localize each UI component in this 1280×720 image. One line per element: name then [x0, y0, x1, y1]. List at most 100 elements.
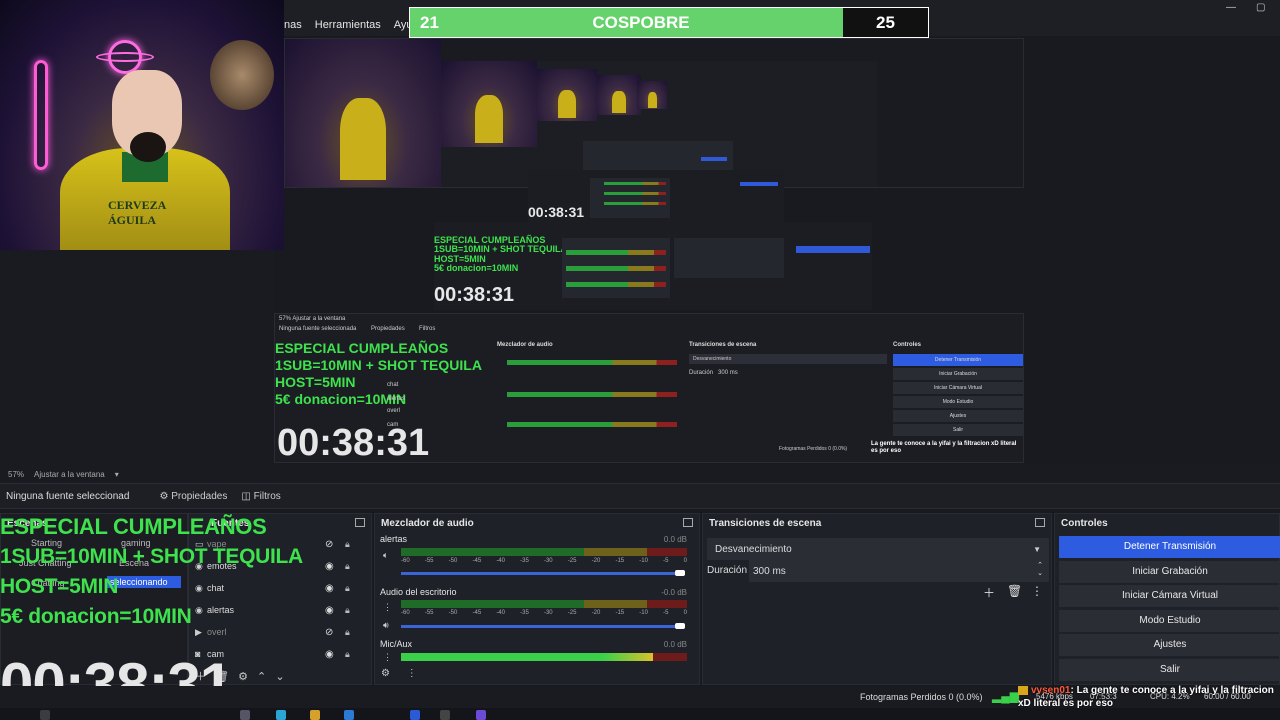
maximize-icon[interactable]: ▢ — [1256, 2, 1265, 13]
add-icon[interactable]: ＋ — [983, 584, 995, 601]
filters-button[interactable]: ◫ Filtros — [241, 491, 280, 502]
meter-level — [401, 653, 653, 661]
source-row[interactable]: ◉ alertas ◉ 🔒︎ — [195, 600, 365, 620]
audio-mixer-title: Mezclador de audio — [381, 518, 474, 529]
folder-icon[interactable] — [310, 710, 320, 720]
kebab-icon[interactable]: ⋮ — [1031, 584, 1043, 598]
lock-icon[interactable]: 🔒︎ — [345, 561, 350, 572]
duration-input[interactable]: 300 ms ⌃ ⌄ — [749, 560, 1049, 582]
overlay-text-line: HOST=5MIN — [0, 575, 119, 598]
zoom-level[interactable]: 57% — [8, 470, 24, 479]
channel-scale: -60 -55 -50 -45 -40 -35 -30 -25 -20 -15 -10 -5 0 — [401, 558, 687, 564]
controls-panel: Controles Detener Transmisión Iniciar Gr… — [1054, 513, 1280, 685]
overlay-text-line: ESPECIAL CUMPLEAÑOS — [0, 514, 267, 539]
chevron-down-icon: ▼ — [1033, 544, 1041, 554]
kebab-icon[interactable]: ⋮ — [383, 602, 392, 613]
neon-light — [34, 60, 48, 170]
hidden-eye-icon[interactable]: ⊘ — [325, 627, 333, 638]
channel-db: -0.0 dB — [661, 588, 687, 597]
exit-button[interactable]: Salir — [1059, 659, 1280, 681]
chevron-up-icon[interactable]: ⌃ — [257, 671, 266, 683]
volume-slider[interactable] — [401, 625, 683, 628]
recursive-preview-main: 57% Ajustar a la ventana Ninguna fuente … — [274, 313, 1024, 463]
studio-mode-button[interactable]: Modo Estudio — [1059, 610, 1280, 632]
scale-tick-label: 0 — [683, 558, 687, 564]
scale-tick-label: -5 — [663, 610, 669, 616]
app-icon[interactable] — [276, 710, 286, 720]
scale-tick-label: -60 — [401, 610, 410, 616]
overlay-text-line: 5€ donacion=10MIN — [0, 605, 192, 628]
volume-knob[interactable] — [675, 623, 685, 629]
channel-db: 0.0 dB — [663, 640, 687, 649]
app-icon[interactable] — [240, 710, 250, 720]
source-icon: ▶ — [195, 626, 202, 637]
lock-icon[interactable]: 🔒︎ — [345, 583, 350, 594]
transition-select[interactable]: Desvanecimiento ▼ — [707, 538, 1049, 560]
start-recording-button[interactable]: Iniciar Grabación — [1059, 561, 1280, 583]
volume-knob[interactable] — [675, 570, 685, 576]
scale-tick-label: -50 — [448, 610, 458, 616]
chevron-down-icon[interactable]: ⌄ — [275, 671, 284, 683]
scale-tick-label: -20 — [591, 610, 601, 616]
recursive-preview-1: 00:38:31 — [284, 38, 1024, 188]
lock-icon[interactable]: 🔒︎ — [345, 605, 350, 616]
properties-button[interactable]: ⚙ Propiedades — [159, 491, 227, 502]
scale-tick-label: -10 — [639, 558, 648, 564]
audio-mixer-panel: Mezclador de audio alertas 0.0 dB -60 -55… — [374, 513, 700, 685]
kebab-icon[interactable]: ⋮ — [407, 668, 417, 679]
scale-tick-label: -25 — [567, 610, 577, 616]
menu-item-partial[interactable]: nas — [284, 19, 302, 31]
speaker-icon[interactable]: 🔊︎ — [383, 620, 389, 631]
recursive-preview-4: ESPECIAL CUMPLEAÑOS 1SUB=10MIN + SHOT TE… — [434, 222, 872, 310]
no-source-echo: Ninguna fuente seleccionada — [279, 326, 357, 332]
eye-icon[interactable]: ◉ — [325, 605, 334, 616]
volume-slider[interactable] — [401, 572, 683, 575]
lock-icon[interactable]: 🔒︎ — [345, 627, 350, 638]
eye-icon[interactable]: ◉ — [325, 583, 334, 594]
mute-speaker-icon[interactable]: 🔈︎ — [383, 550, 388, 561]
menu-item-herramientas[interactable]: Herramientas — [315, 19, 381, 31]
properties-label: Propiedades — [171, 490, 228, 502]
fake-beard — [130, 132, 166, 162]
app-icon[interactable] — [410, 710, 420, 720]
transition-value: Desvanecimiento — [715, 543, 792, 555]
popout-icon[interactable] — [1035, 518, 1045, 527]
scale-tick-label: -55 — [424, 558, 434, 564]
popout-icon[interactable] — [683, 518, 693, 527]
preview-side-area — [0, 250, 274, 465]
eye-icon[interactable]: ◉ — [325, 649, 334, 660]
lock-icon[interactable]: 🔒︎ — [345, 649, 350, 660]
controls-title: Controles — [1061, 518, 1108, 529]
scale-tick-label: -55 — [424, 610, 434, 616]
settings-button[interactable]: Ajustes — [1059, 634, 1280, 656]
start-virtual-camera-button[interactable]: Iniciar Cámara Virtual — [1059, 585, 1280, 607]
minimize-icon[interactable]: — — [1226, 2, 1236, 13]
popout-icon[interactable] — [355, 518, 365, 527]
kebab-icon[interactable]: ⋮ — [383, 652, 392, 663]
obs-icon[interactable] — [440, 710, 450, 720]
scale-tick-label: -10 — [639, 610, 648, 616]
scale-tick-label: -30 — [543, 610, 553, 616]
spin-arrows-icon[interactable]: ⌃ ⌄ — [1037, 562, 1043, 578]
scale-tick-label: -35 — [520, 610, 529, 616]
shirt-logo: CERVEZA ÁGUILA — [108, 198, 167, 227]
chat-username: vvsen01 — [1031, 685, 1071, 696]
channel-name: Audio del escritorio — [380, 587, 457, 597]
search-icon[interactable] — [40, 710, 50, 720]
trash-icon[interactable]: 🗑︎ — [1007, 584, 1022, 598]
gear-icon[interactable]: ⚙ — [381, 668, 390, 679]
fit-window-dropdown[interactable]: Ajustar a la ventana — [34, 470, 105, 479]
source-row[interactable]: ▶ overl ⊘ 🔒︎ — [195, 622, 365, 642]
hidden-eye-icon[interactable]: ⊘ — [325, 539, 333, 550]
chevron-down-icon[interactable]: ▾ — [115, 470, 119, 479]
app-icon[interactable] — [476, 710, 486, 720]
app-icon[interactable] — [344, 710, 354, 720]
lock-icon[interactable]: 🔒︎ — [345, 539, 350, 550]
planet-ring — [96, 52, 154, 62]
scene-item-selected[interactable]: seleccionando — [107, 576, 181, 588]
stop-stream-button[interactable]: Detener Transmisión — [1059, 536, 1280, 558]
channel-meter — [401, 600, 687, 608]
eye-icon[interactable]: ◉ — [325, 561, 334, 572]
gear-icon[interactable]: ⚙ — [238, 671, 248, 683]
source-row[interactable]: ◉ chat ◉ 🔒︎ — [195, 578, 365, 598]
